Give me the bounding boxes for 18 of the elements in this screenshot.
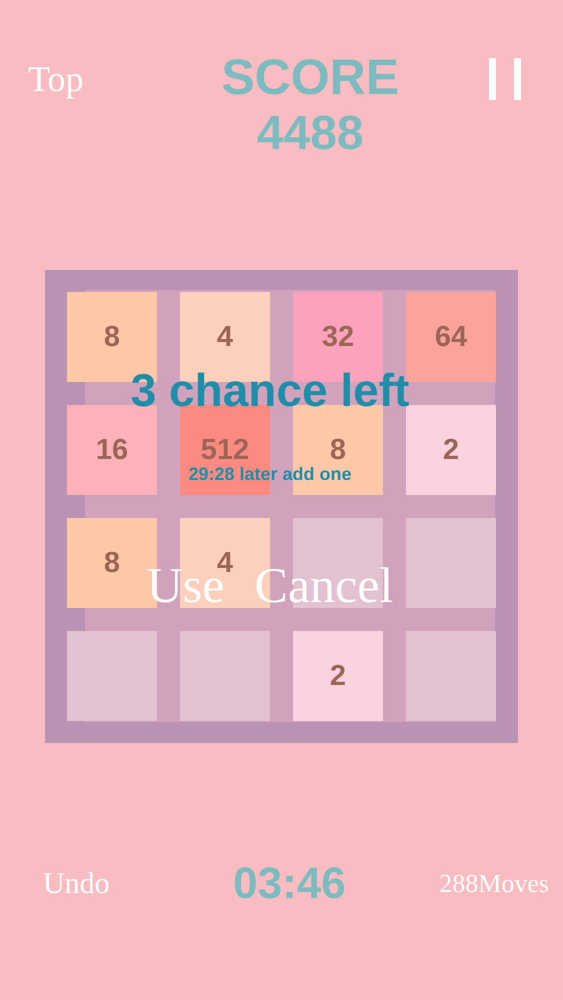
top-button[interactable]: Top [28, 58, 84, 100]
timer: 03:46 [233, 859, 346, 909]
score-label: SCORE [221, 48, 400, 106]
pause-button[interactable] [486, 58, 523, 100]
dialog-title: 3 chance left [130, 364, 410, 416]
undo-button[interactable]: Undo [43, 867, 110, 901]
tile-number: 2 [442, 434, 460, 466]
tile-number: 8 [104, 546, 120, 580]
moves-count: 288Moves [439, 869, 549, 899]
tile-number: 8 [104, 320, 120, 354]
tile-number: 16 [96, 434, 128, 466]
tile-number: 2 [330, 660, 346, 692]
pause-icon [486, 58, 523, 100]
tile-number: 32 [322, 320, 354, 354]
tile-number: 4 [216, 320, 234, 354]
tile-number: 64 [434, 320, 468, 354]
cancel-button[interactable]: Cancel [254, 557, 394, 613]
score-value: 4488 [256, 106, 364, 162]
